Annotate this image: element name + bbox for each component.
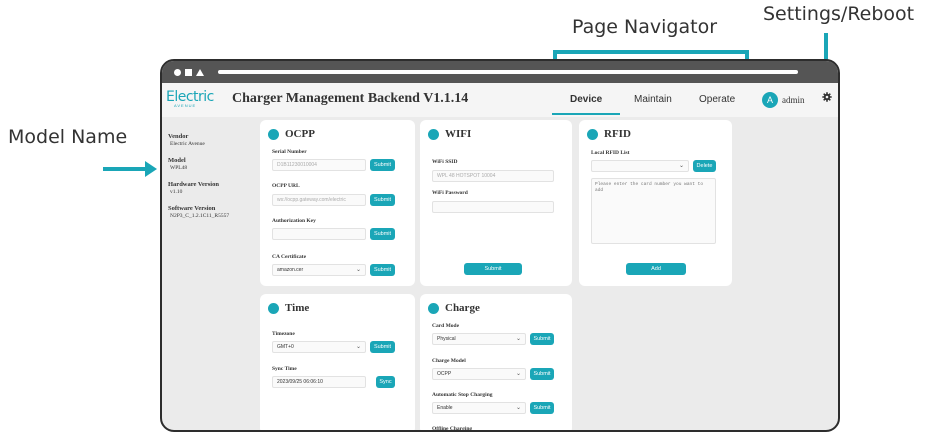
auto-stop-label: Automatic Stop Charging: [432, 392, 493, 398]
settings-reboot-callout: Settings/Reboot: [763, 3, 915, 25]
card-mode-value: Physical: [437, 336, 456, 342]
vendor-value: Electric Avenue: [170, 141, 205, 147]
brand-logo: Electric AVENUE: [166, 89, 226, 113]
wifi-card: WIFI WiFi SSID WPL 48 HOTSPOT 10004 WiFi…: [420, 120, 572, 286]
auto-stop-value: Enable: [437, 405, 453, 411]
navigator-bracket-top: [553, 50, 749, 54]
chevron-down-icon: ⌄: [515, 405, 521, 411]
serial-submit-button[interactable]: Submit: [370, 159, 395, 171]
model-label: Model: [168, 157, 186, 164]
wifi-ssid-input[interactable]: WPL 48 HOTSPOT 10004: [432, 170, 554, 182]
section-dot-icon: [428, 302, 439, 314]
timezone-submit-button[interactable]: Submit: [370, 341, 395, 353]
wifi-password-input[interactable]: [432, 201, 554, 213]
timezone-label: Timezone: [272, 331, 295, 337]
hardware-version-label: Hardware Version: [168, 181, 219, 188]
charge-card: Charge Card Mode Physical ⌄ Submit Charge…: [420, 294, 572, 432]
card-mode-label: Card Mode: [432, 323, 460, 329]
chevron-down-icon: ⌄: [515, 371, 521, 377]
app-header: Electric AVENUE Charger Management Backe…: [162, 83, 838, 117]
auth-key-label: Authorization Key: [272, 218, 316, 224]
window-circle-icon[interactable]: [174, 68, 181, 76]
card-mode-select[interactable]: Physical ⌄: [432, 333, 526, 345]
sync-button[interactable]: Sync: [376, 376, 395, 388]
rfid-card: RFID Local RFID List ⌄ Delete Please ent…: [579, 120, 732, 286]
device-info-sidebar: Vendor Electric Avenue Model WPL48 Hardw…: [168, 133, 258, 229]
address-bar[interactable]: [218, 70, 798, 74]
chevron-down-icon: ⌄: [355, 344, 361, 350]
wifi-password-label: WiFi Password: [432, 190, 468, 196]
ca-submit-button[interactable]: Submit: [370, 264, 395, 276]
ca-cert-label: CA Certificate: [272, 254, 307, 260]
sync-time-input[interactable]: 2023/09/25 06:06:10: [272, 376, 366, 388]
vendor-label: Vendor: [168, 133, 189, 140]
charge-model-value: OCPP: [437, 371, 452, 377]
username[interactable]: admin: [782, 95, 805, 105]
offline-charging-label: Offline Charging: [432, 426, 473, 432]
section-dot-icon: [428, 128, 439, 140]
app-title: Charger Management Backend V1.1.14: [232, 91, 469, 106]
hardware-version-value: v1.10: [170, 189, 183, 195]
chevron-down-icon: ⌄: [678, 163, 684, 169]
window-square-icon[interactable]: [185, 68, 192, 76]
auth-submit-button[interactable]: Submit: [370, 228, 395, 240]
software-version-value: N2P3_C_1.2.1C11_R5557: [170, 213, 230, 219]
software-version-label: Software Version: [168, 205, 216, 212]
url-submit-button[interactable]: Submit: [370, 194, 395, 206]
card-mode-submit-button[interactable]: Submit: [530, 333, 554, 345]
model-arrow-shaft: [103, 167, 147, 171]
ocpp-url-label: OCPP URL: [272, 183, 300, 189]
chevron-down-icon: ⌄: [355, 267, 361, 273]
ocpp-card: OCPP Serial Number D1B11230010004 Submit…: [260, 120, 415, 286]
charge-model-label: Charge Model: [432, 358, 466, 364]
section-dot-icon: [268, 128, 279, 140]
ocpp-url-input[interactable]: ws://ocpp.gateway.com/electric: [272, 194, 366, 206]
ca-cert-select[interactable]: amazon.cer ⌄: [272, 264, 366, 276]
charge-model-select[interactable]: OCPP ⌄: [432, 368, 526, 380]
rfid-list-label: Local RFID List: [591, 150, 630, 156]
browser-title-bar: [162, 61, 838, 83]
section-dot-icon: [268, 302, 279, 314]
time-title: Time: [285, 302, 310, 314]
tab-operate[interactable]: Operate: [699, 94, 735, 105]
charge-model-submit-button[interactable]: Submit: [530, 368, 554, 380]
model-arrow-head: [145, 161, 157, 177]
rfid-delete-button[interactable]: Delete: [693, 160, 716, 172]
section-dot-icon: [587, 128, 598, 140]
chevron-down-icon: ⌄: [515, 336, 521, 342]
wifi-ssid-label: WiFi SSID: [432, 159, 458, 165]
serial-number-label: Serial Number: [272, 149, 307, 155]
gear-icon[interactable]: [822, 92, 832, 102]
wifi-title: WIFI: [445, 128, 472, 140]
wifi-submit-button[interactable]: Submit: [464, 263, 522, 275]
ca-cert-value: amazon.cer: [277, 267, 304, 273]
auto-stop-select[interactable]: Enable ⌄: [432, 402, 526, 414]
timezone-select[interactable]: GMT+0 ⌄: [272, 341, 366, 353]
ocpp-title: OCPP: [285, 128, 315, 140]
auto-stop-submit-button[interactable]: Submit: [530, 402, 554, 414]
window-triangle-icon[interactable]: [196, 68, 204, 76]
time-card: Time Timezone GMT+0 ⌄ Submit Sync Time 20…: [260, 294, 415, 430]
active-tab-indicator: [552, 113, 620, 115]
avatar[interactable]: A: [762, 92, 778, 108]
tab-device[interactable]: Device: [570, 94, 602, 105]
browser-window: Electric AVENUE Charger Management Backe…: [160, 59, 840, 432]
timezone-value: GMT+0: [277, 344, 294, 350]
rfid-add-button[interactable]: Add: [626, 263, 686, 275]
charge-title: Charge: [445, 302, 480, 314]
rfid-list-select[interactable]: ⌄: [591, 160, 689, 172]
page-navigator-callout: Page Navigator: [572, 16, 718, 38]
serial-number-input[interactable]: D1B11230010004: [272, 159, 366, 171]
tab-maintain[interactable]: Maintain: [634, 94, 672, 105]
rfid-card-number-textarea[interactable]: Please enter the card number you want to…: [591, 178, 716, 244]
model-name-callout: Model Name: [8, 126, 128, 148]
sync-time-label: Sync Time: [272, 366, 297, 372]
model-value: WPL48: [170, 165, 188, 171]
auth-key-input[interactable]: [272, 228, 366, 240]
rfid-title: RFID: [604, 128, 631, 140]
